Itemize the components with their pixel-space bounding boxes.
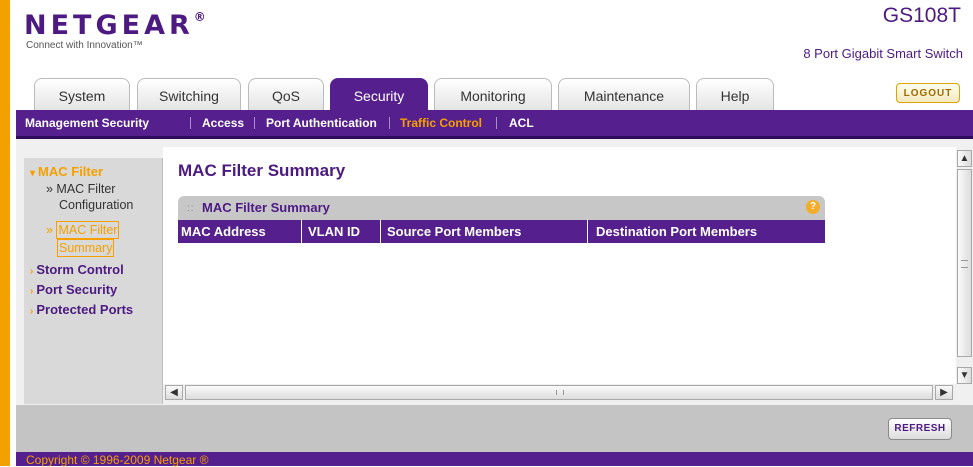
tab-switching[interactable]: Switching bbox=[137, 78, 241, 110]
left-edge-decoration bbox=[0, 0, 10, 466]
column-mac-address: MAC Address bbox=[181, 224, 266, 239]
page-title: MAC Filter Summary bbox=[178, 161, 346, 180]
column-destination-port-members: Destination Port Members bbox=[596, 224, 758, 239]
product-name: GS108T bbox=[882, 4, 961, 27]
subnav-port-authentication[interactable]: Port Authentication bbox=[266, 110, 377, 136]
sidebar-item-port-security[interactable]: › Port Security bbox=[30, 282, 117, 297]
chevron-right-icon: › bbox=[30, 266, 34, 277]
mac-filter-summary-table: :: MAC Filter Summary ? MAC Address VLAN… bbox=[178, 196, 825, 243]
sub-navigation: Management Security Access Port Authenti… bbox=[16, 110, 973, 139]
tagline: Connect with Innovation™ bbox=[26, 40, 143, 51]
column-separator bbox=[301, 220, 302, 243]
sidebar-subitem-mac-filter-configuration[interactable]: » MAC Filter Configuration bbox=[46, 181, 133, 213]
tab-monitoring[interactable]: Monitoring bbox=[434, 78, 552, 110]
product-subtitle: 8 Port Gigabit Smart Switch bbox=[803, 46, 963, 61]
drag-grip-icon: :: bbox=[187, 203, 195, 214]
tab-security[interactable]: Security bbox=[330, 78, 428, 112]
page: NETGEAR® Connect with Innovation™ GS108T… bbox=[0, 0, 973, 467]
sidebar-item-storm-control[interactable]: › Storm Control bbox=[30, 262, 124, 277]
horizontal-scroll-thumb[interactable] bbox=[185, 385, 933, 400]
table-title: MAC Filter Summary bbox=[202, 200, 330, 215]
subnav-separator bbox=[190, 117, 191, 129]
tab-qos[interactable]: QoS bbox=[248, 78, 324, 110]
copyright-text: Copyright © 1996-2009 Netgear ® bbox=[26, 453, 209, 467]
grip-icon bbox=[961, 260, 968, 268]
tab-help[interactable]: Help bbox=[696, 78, 774, 110]
tab-system[interactable]: System bbox=[34, 78, 130, 110]
subnav-separator bbox=[254, 117, 255, 129]
sidebar-subitem-mac-filter-summary[interactable]: » MAC Filter Summary bbox=[46, 221, 120, 257]
column-source-port-members: Source Port Members bbox=[387, 224, 522, 239]
subnav-acl[interactable]: ACL bbox=[509, 110, 534, 136]
column-vlan-id: VLAN ID bbox=[308, 224, 360, 239]
vertical-scroll-thumb[interactable] bbox=[957, 169, 972, 357]
chevron-right-icon: › bbox=[30, 306, 34, 317]
scroll-up-icon[interactable]: ▲ bbox=[957, 150, 972, 167]
subnav-separator bbox=[389, 117, 390, 129]
table-header-bar: :: MAC Filter Summary ? bbox=[178, 196, 825, 220]
subnav-management-security[interactable]: Management Security bbox=[25, 110, 149, 136]
column-separator bbox=[587, 220, 588, 243]
chevron-down-icon: ▾ bbox=[30, 168, 36, 179]
chevron-right-icon: › bbox=[30, 286, 34, 297]
netgear-logo: NETGEAR® bbox=[24, 10, 210, 41]
footer: Copyright © 1996-2009 Netgear ® bbox=[16, 452, 973, 467]
sidebar-item-protected-ports[interactable]: › Protected Ports bbox=[30, 302, 133, 317]
scroll-left-icon[interactable]: ◀ bbox=[165, 385, 183, 400]
table-column-headers: MAC Address VLAN ID Source Port Members … bbox=[178, 220, 825, 243]
scroll-right-icon[interactable]: ▶ bbox=[935, 385, 953, 400]
vertical-scrollbar[interactable]: ▲ ▼ bbox=[956, 150, 973, 384]
logout-button[interactable]: LOGOUT bbox=[896, 83, 960, 103]
refresh-button[interactable]: REFRESH bbox=[888, 418, 952, 440]
subnav-traffic-control[interactable]: Traffic Control bbox=[400, 110, 482, 136]
button-bar bbox=[16, 405, 973, 452]
sidebar-item-mac-filter[interactable]: ▾ MAC Filter bbox=[30, 164, 103, 179]
column-separator bbox=[380, 220, 381, 243]
horizontal-scrollbar[interactable]: ◀ ▶ bbox=[163, 384, 956, 401]
tab-maintenance[interactable]: Maintenance bbox=[558, 78, 690, 110]
scroll-down-icon[interactable]: ▼ bbox=[957, 367, 972, 384]
subnav-separator bbox=[496, 117, 497, 129]
main-panel bbox=[163, 147, 956, 384]
subnav-access[interactable]: Access bbox=[202, 110, 244, 136]
help-icon[interactable]: ? bbox=[806, 200, 820, 214]
grip-icon bbox=[556, 390, 564, 395]
